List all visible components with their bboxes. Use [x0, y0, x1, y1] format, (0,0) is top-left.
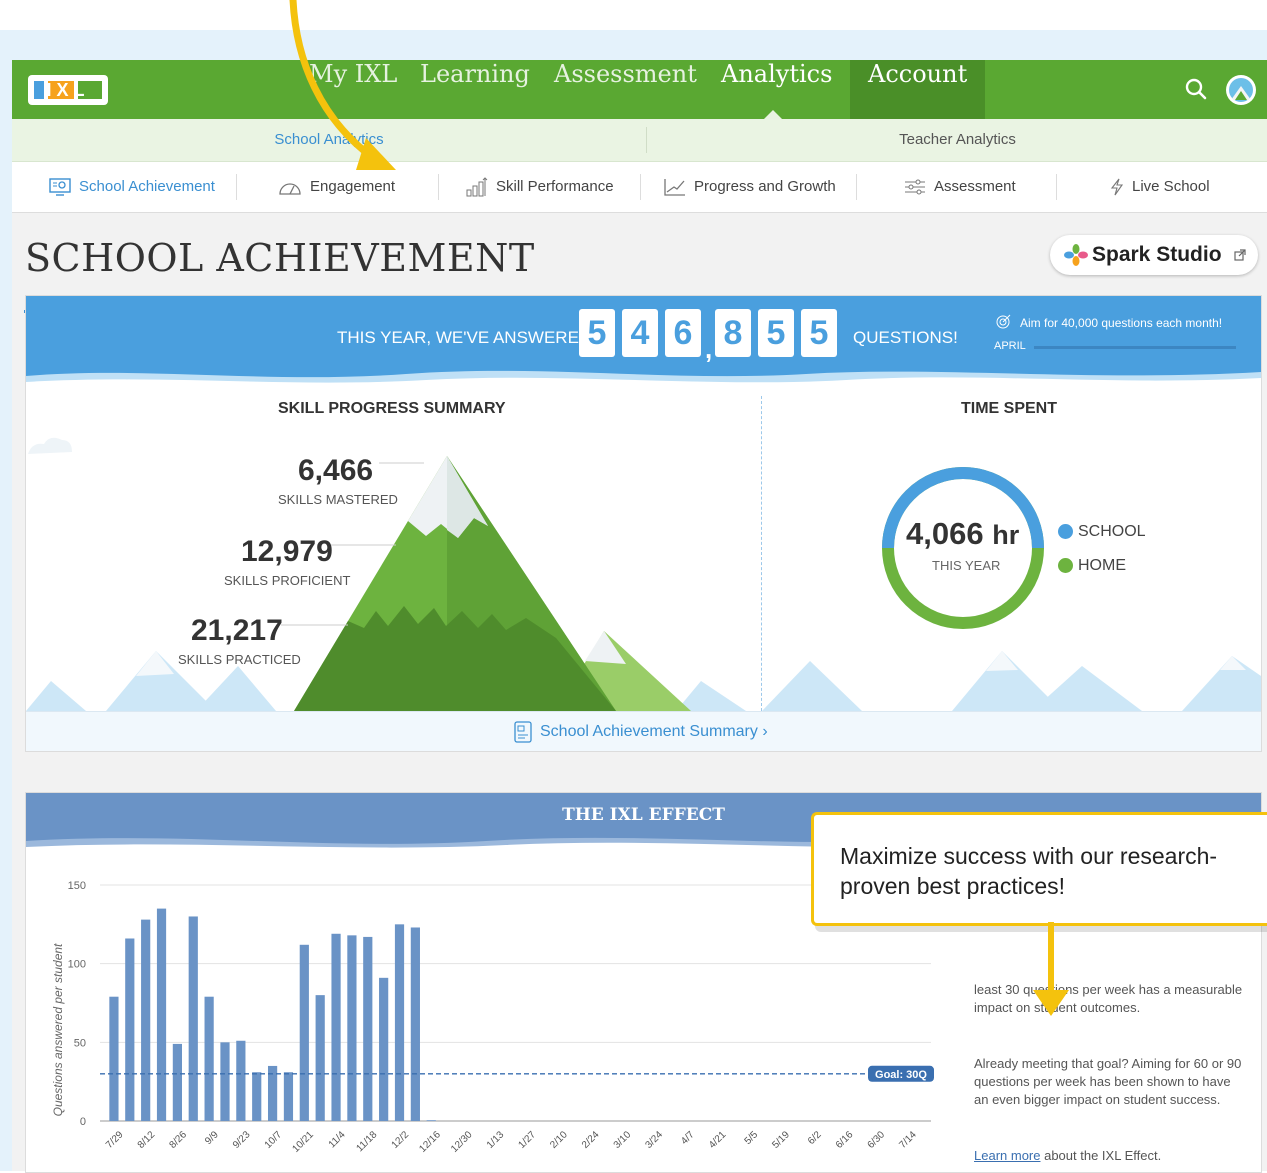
arrow-head-icon — [1033, 990, 1069, 1016]
tutorial-arrows — [289, 0, 1069, 1016]
arrow-head-icon — [356, 138, 396, 170]
arrow-to-engagement — [289, 0, 380, 164]
